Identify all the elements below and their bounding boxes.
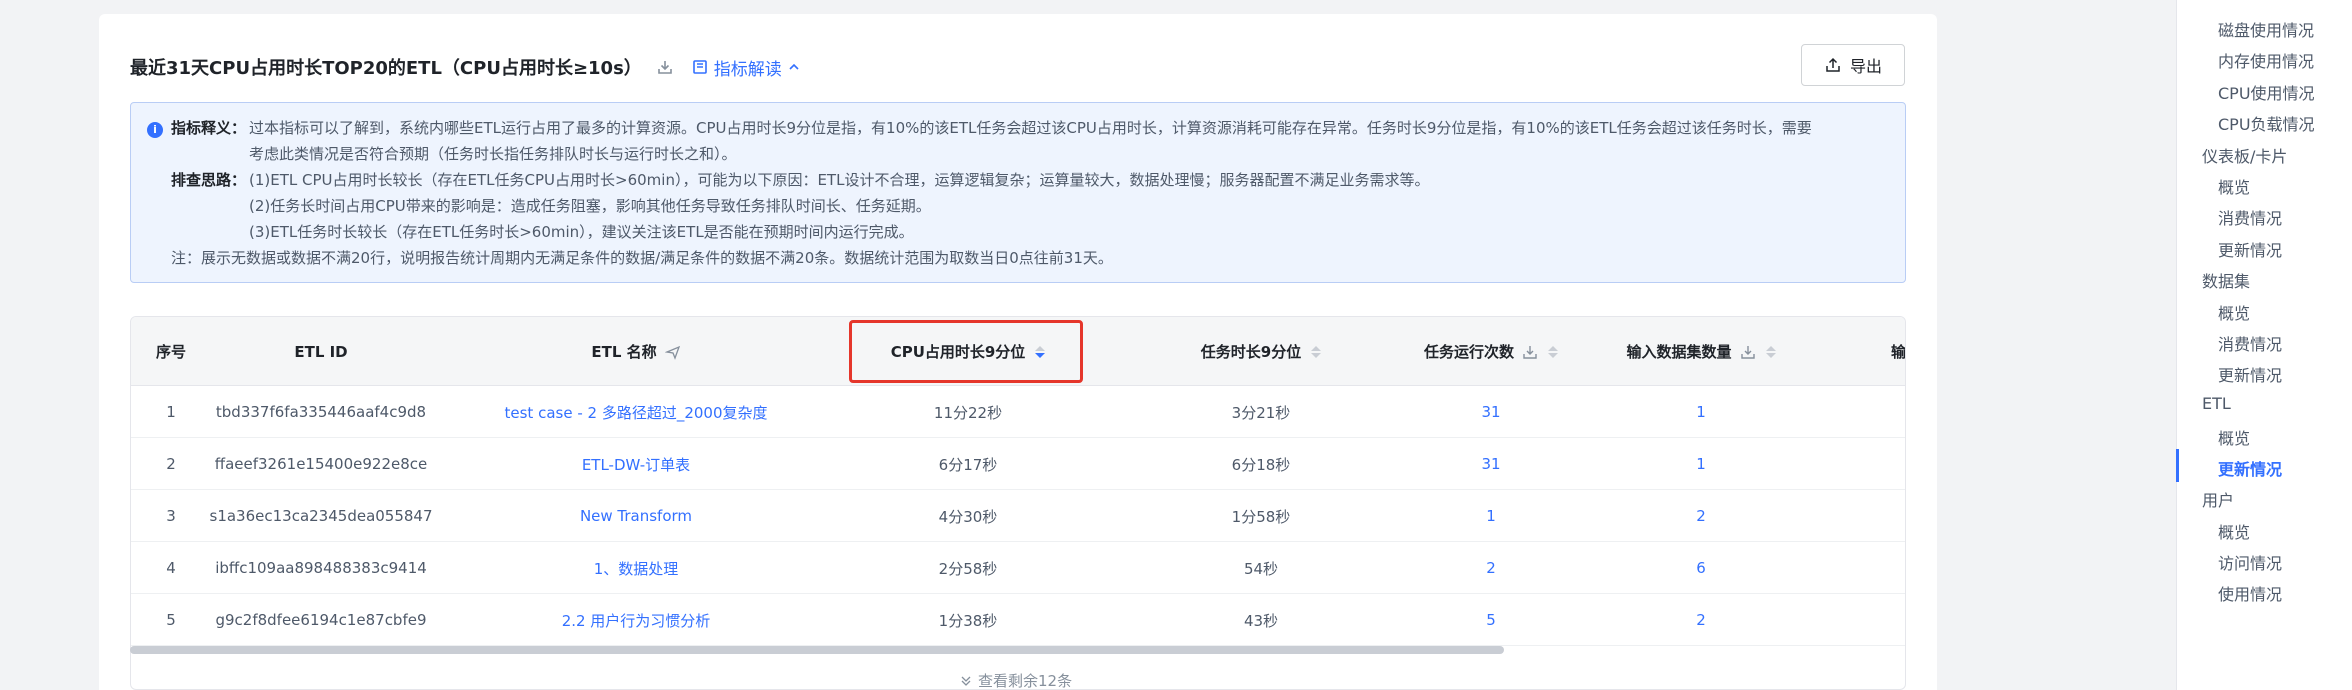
- download-icon[interactable]: [1522, 344, 1538, 360]
- double-chevron-down-icon: [961, 676, 971, 686]
- info-icon: i: [147, 122, 163, 138]
- col-etl-id: ETL ID: [294, 342, 348, 361]
- active-indicator: [2176, 449, 2179, 482]
- nav-disk-usage[interactable]: 磁盘使用情况: [2218, 17, 2314, 41]
- nav-cpu-load[interactable]: CPU负载情况: [2218, 111, 2315, 135]
- export-icon: [1826, 57, 1840, 72]
- cell-input-datasets[interactable]: 2: [1591, 594, 1811, 646]
- metric-interpretation-label: 指标解读: [713, 59, 782, 80]
- download-icon[interactable]: [656, 58, 674, 76]
- cell-index: 3: [166, 507, 176, 525]
- download-icon[interactable]: [1740, 344, 1756, 360]
- cell-etl-name[interactable]: 2.2 用户行为习惯分析: [431, 594, 841, 646]
- table-row: 3 s1a36ec13ca2345dea055847 New Transform…: [131, 490, 1905, 542]
- cell-cpu-p90: 11分22秒: [933, 403, 1003, 422]
- sort-icon[interactable]: [1548, 345, 1558, 358]
- cell-etl-name[interactable]: ETL-DW-订单表: [431, 438, 841, 490]
- chevron-up-icon: [789, 63, 799, 70]
- cell-cpu-p90: 2分58秒: [938, 559, 998, 578]
- cell-etl-id: s1a36ec13ca2345dea055847: [209, 507, 433, 525]
- col-truncated: 输: [1891, 343, 1906, 361]
- table-row: 2 ffaeef3261e15400e922e8ce ETL-DW-订单表 6分…: [131, 438, 1905, 490]
- nav-dataset-update[interactable]: 更新情况: [2218, 362, 2282, 386]
- col-run-count[interactable]: 任务运行次数: [1391, 317, 1591, 386]
- cell-input-datasets[interactable]: 1: [1591, 386, 1811, 438]
- nav-cpu-usage[interactable]: CPU使用情况: [2218, 80, 2315, 104]
- nav-user-usage[interactable]: 使用情况: [2218, 581, 2282, 605]
- nav-etl-update[interactable]: 更新情况: [2218, 456, 2282, 480]
- book-icon: [692, 60, 707, 74]
- cell-index: 5: [166, 611, 176, 629]
- cell-task-p90: 43秒: [1243, 611, 1279, 630]
- cell-task-p90: 54秒: [1243, 559, 1279, 578]
- export-button[interactable]: 导出: [1801, 44, 1905, 86]
- troubleshoot-text-2: (2)任务长时间占用CPU带来的影响是：造成任务阻塞，影响其他任务导致任务排队时…: [249, 197, 931, 215]
- nav-user-overview[interactable]: 概览: [2218, 519, 2250, 543]
- nav-group-dashboard[interactable]: 仪表板/卡片: [2202, 143, 2287, 167]
- cell-run-count[interactable]: 2: [1391, 542, 1591, 594]
- metric-info-box: i 指标释义： 过本指标可以了解到，系统内哪些ETL运行占用了最多的计算资源。C…: [130, 102, 1906, 283]
- cell-input-datasets[interactable]: 6: [1591, 542, 1811, 594]
- highlight-box: [849, 320, 1083, 383]
- troubleshoot-label: 排查思路：: [171, 171, 247, 189]
- sort-icon[interactable]: [1765, 345, 1776, 358]
- table-row: 4 ibffc109aa898488383c9414 1、数据处理 2分58秒 …: [131, 542, 1905, 594]
- nav-group-user[interactable]: 用户: [2202, 487, 2234, 511]
- nav-user-access[interactable]: 访问情况: [2218, 550, 2282, 574]
- nav-dashboard-consumption[interactable]: 消费情况: [2218, 205, 2282, 229]
- nav-dashboard-update[interactable]: 更新情况: [2218, 237, 2282, 261]
- show-more-button[interactable]: 查看剩余12条: [960, 670, 1072, 690]
- cell-task-p90: 6分18秒: [1231, 455, 1291, 474]
- cell-task-p90: 3分21秒: [1231, 403, 1291, 422]
- definition-label: 指标释义：: [171, 119, 247, 137]
- cell-input-datasets[interactable]: 2: [1591, 490, 1811, 542]
- sort-icon[interactable]: [1311, 345, 1322, 358]
- cell-run-count[interactable]: 5: [1391, 594, 1591, 646]
- cell-cpu-p90: 4分30秒: [938, 507, 998, 526]
- horizontal-scrollbar[interactable]: [130, 646, 1504, 654]
- cell-etl-id: ibffc109aa898488383c9414: [215, 559, 427, 577]
- report-title: 最近31天CPU占用时长TOP20的ETL（CPU占用时长≥10s）: [130, 58, 642, 79]
- export-label: 导出: [1849, 57, 1882, 76]
- cell-index: 4: [166, 559, 176, 577]
- cell-index: 1: [166, 403, 176, 421]
- cell-run-count[interactable]: 31: [1391, 438, 1591, 490]
- cell-cpu-p90: 1分38秒: [938, 611, 998, 630]
- cell-input-datasets[interactable]: 1: [1591, 438, 1811, 490]
- nav-etl-overview[interactable]: 概览: [2218, 425, 2250, 449]
- nav-dataset-consumption[interactable]: 消费情况: [2218, 331, 2282, 355]
- cell-index: 2: [166, 455, 176, 473]
- table-row: 5 g9c2f8dfee6194c1e87cbfe9 2.2 用户行为习惯分析 …: [131, 594, 1905, 646]
- send-icon[interactable]: [664, 344, 681, 360]
- col-input-datasets[interactable]: 输入数据集数量: [1591, 317, 1811, 386]
- nav-group-etl[interactable]: ETL: [2202, 394, 2231, 413]
- cell-etl-id: ffaeef3261e15400e922e8ce: [214, 455, 428, 473]
- definition-text-2: 考虑此类情况是否符合预期（任务时长指任务排队时长与运行时长之和）。: [249, 145, 737, 163]
- col-etl-name: ETL 名称: [431, 317, 841, 386]
- cell-etl-id: g9c2f8dfee6194c1e87cbfe9: [215, 611, 427, 629]
- nav-dataset-overview[interactable]: 概览: [2218, 300, 2250, 324]
- col-index: 序号: [155, 343, 186, 361]
- nav-memory-usage[interactable]: 内存使用情况: [2218, 48, 2314, 72]
- title-row: 最近31天CPU占用时长TOP20的ETL（CPU占用时长≥10s） 指标解读: [130, 52, 800, 82]
- show-more-label: 查看剩余12条: [978, 672, 1073, 690]
- cell-run-count[interactable]: 31: [1391, 386, 1591, 438]
- cell-task-p90: 1分58秒: [1231, 507, 1291, 526]
- cell-etl-name[interactable]: New Transform: [431, 490, 841, 542]
- cell-etl-name[interactable]: 1、数据处理: [431, 542, 841, 594]
- nav-dashboard-overview[interactable]: 概览: [2218, 174, 2250, 198]
- table-row: 1 tbd337f6fa335446aaf4c9d8 test case - 2…: [131, 386, 1905, 438]
- definition-text-1: 过本指标可以了解到，系统内哪些ETL运行占用了最多的计算资源。CPU占用时长9分…: [249, 119, 1812, 137]
- cell-etl-name[interactable]: test case - 2 多路径超过_2000复杂度: [431, 386, 841, 438]
- metric-interpretation-link[interactable]: 指标解读: [692, 55, 800, 80]
- troubleshoot-text-3: (3)ETL任务时长较长（存在ETL任务时长>60min），建议关注该ETL是否…: [249, 223, 914, 241]
- col-task-p90[interactable]: 任务时长9分位: [1131, 317, 1391, 386]
- cell-run-count[interactable]: 1: [1391, 490, 1591, 542]
- cell-etl-id: tbd337f6fa335446aaf4c9d8: [215, 403, 427, 421]
- note-text: 注：展示无数据或数据不满20行，说明报告统计周期内无满足条件的数据/满足条件的数…: [171, 249, 1113, 267]
- troubleshoot-text-1: (1)ETL CPU占用时长较长（存在ETL任务CPU占用时长>60min），可…: [249, 171, 1430, 189]
- nav-group-dataset[interactable]: 数据集: [2202, 268, 2250, 292]
- cell-cpu-p90: 6分17秒: [938, 455, 998, 474]
